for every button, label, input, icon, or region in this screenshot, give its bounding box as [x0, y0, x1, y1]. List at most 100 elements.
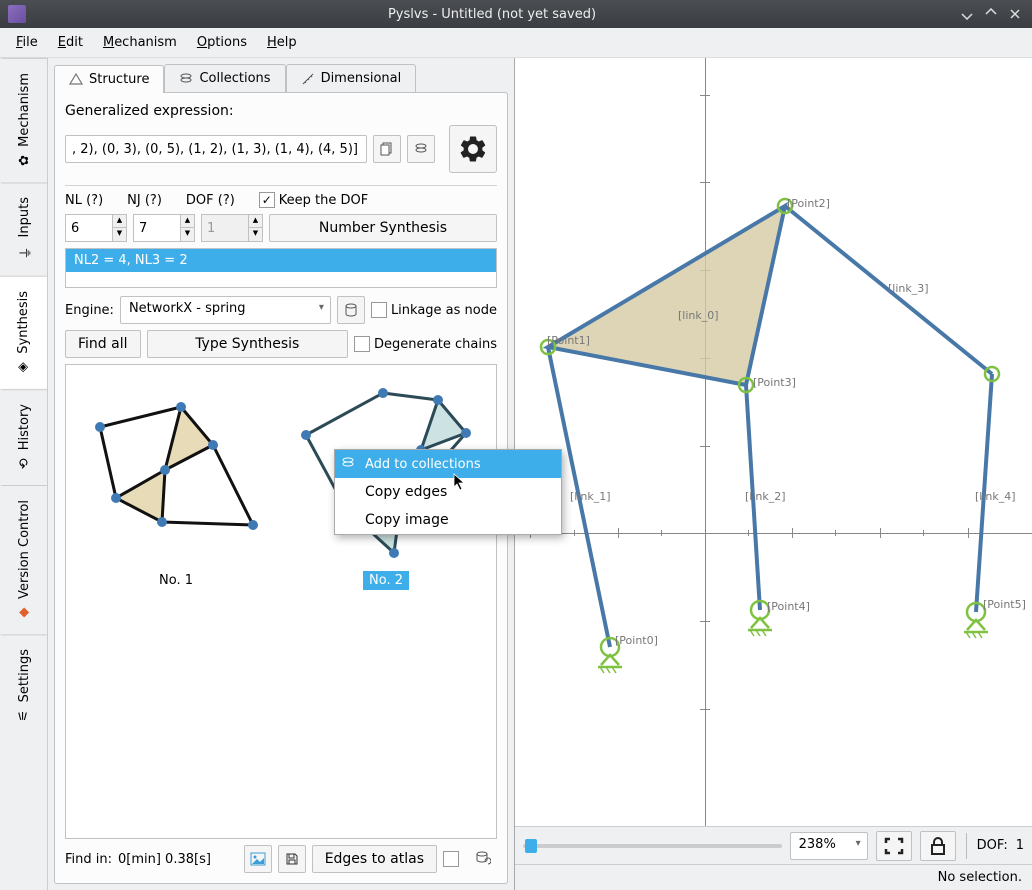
- zoom-slider[interactable]: [523, 844, 782, 848]
- synthesis-icon: ◈: [16, 362, 31, 372]
- minimize-button[interactable]: [958, 5, 976, 23]
- ctx-add-to-collections[interactable]: Add to collections: [335, 450, 561, 478]
- link2-label: [link_2]: [745, 490, 786, 503]
- app-icon: [8, 5, 26, 23]
- menu-help[interactable]: Help: [257, 31, 307, 54]
- dof-value: 1: [1016, 838, 1024, 853]
- graph-results: No. 1: [65, 364, 497, 839]
- git-icon: ◆: [17, 608, 32, 618]
- graph-1-label: No. 1: [153, 571, 199, 590]
- point1-label: [Point1]: [547, 334, 590, 347]
- sidebar: ✿Mechanism ⏚Inputs ◈Synthesis ⟲History ◆…: [0, 58, 48, 890]
- find-time: 0[min] 0.38[s]: [118, 852, 211, 867]
- mechanism-canvas[interactable]: [Point1] [Point2] [Point3] [Point0] [Poi…: [515, 58, 1032, 890]
- nj-label: NJ (?): [127, 193, 162, 208]
- copy-expr-button[interactable]: [373, 135, 401, 163]
- structure-icon: [69, 73, 83, 87]
- fit-button[interactable]: [876, 831, 912, 861]
- tab-dimensional[interactable]: Dimensional: [286, 64, 417, 92]
- db-refresh-icon: [475, 851, 491, 867]
- point0-label: [Point0]: [615, 634, 658, 647]
- type-synthesis-button[interactable]: Type Synthesis: [147, 330, 348, 358]
- zoom-dropdown[interactable]: 238%: [790, 832, 868, 860]
- find-in-label: Find in:: [65, 852, 112, 867]
- result-item-0[interactable]: NL2 = 4, NL3 = 2: [66, 249, 496, 272]
- tab-collections[interactable]: Collections: [164, 64, 285, 92]
- side-tab-synthesis[interactable]: ◈Synthesis: [0, 276, 47, 389]
- window-title: Pyslvs - Untitled (not yet saved): [32, 7, 952, 22]
- degenerate-checkbox[interactable]: Degenerate chains: [354, 336, 497, 352]
- close-button[interactable]: [1006, 5, 1024, 23]
- config-button[interactable]: [449, 125, 497, 173]
- stack-icon: [341, 456, 355, 470]
- link4-label: [link_4]: [975, 490, 1016, 503]
- edges-to-atlas-button[interactable]: Edges to atlas: [312, 845, 437, 873]
- side-tab-inputs[interactable]: ⏚Inputs: [0, 182, 47, 276]
- load-expr-button[interactable]: [407, 135, 435, 163]
- dof-label: DOF:: [977, 838, 1008, 853]
- dof-label-small: DOF (?): [186, 193, 235, 208]
- lock-icon: [930, 837, 946, 855]
- stack-icon: [179, 72, 193, 86]
- link3-label: [link_3]: [888, 282, 929, 295]
- link0-label: [link_0]: [678, 309, 719, 322]
- side-tab-mechanism[interactable]: ✿Mechanism: [0, 58, 47, 182]
- cog-icon: ✿: [17, 155, 32, 166]
- expand-icon: [884, 837, 904, 855]
- gear-icon: [458, 134, 488, 164]
- number-synthesis-button[interactable]: Number Synthesis: [269, 214, 497, 242]
- point2-label: [Point2]: [787, 197, 830, 210]
- sliders-icon: ⚟: [17, 710, 32, 722]
- engine-db-button[interactable]: [337, 296, 365, 324]
- expr-input[interactable]: [65, 135, 367, 163]
- menu-mechanism[interactable]: Mechanism: [93, 31, 187, 54]
- point3-label: [Point3]: [753, 376, 796, 389]
- side-tab-version[interactable]: ◆Version Control: [0, 485, 47, 634]
- atlas-db-button[interactable]: [469, 845, 497, 873]
- link1-label: [link_1]: [570, 490, 611, 503]
- engine-label: Engine:: [65, 303, 114, 318]
- expr-label: Generalized expression:: [65, 103, 497, 119]
- nl-label: NL (?): [65, 193, 103, 208]
- maximize-button[interactable]: [982, 5, 1000, 23]
- result-list[interactable]: NL2 = 4, NL3 = 2: [65, 248, 497, 288]
- linkage-as-node-checkbox[interactable]: Linkage as node: [371, 302, 497, 318]
- mechanism-svg: [515, 58, 1032, 828]
- nl-spinbox[interactable]: ▲▼: [65, 214, 127, 242]
- menu-options[interactable]: Options: [187, 31, 257, 54]
- plug-icon: ⏚: [15, 246, 34, 259]
- dof-spinbox[interactable]: ▲▼: [201, 214, 263, 242]
- keep-dof-checkbox[interactable]: Keep the DOF: [259, 192, 368, 208]
- engine-dropdown[interactable]: NetworkX - spring: [120, 296, 331, 324]
- lock-button[interactable]: [920, 831, 956, 861]
- side-tab-history[interactable]: ⟲History: [0, 389, 47, 485]
- atlas-checkbox[interactable]: [443, 851, 459, 867]
- menu-edit[interactable]: Edit: [48, 31, 93, 54]
- panel-bottom-bar: Find in: 0[min] 0.38[s] Edges to atlas: [65, 839, 497, 873]
- save-button[interactable]: [278, 845, 306, 873]
- ruler-icon: [301, 72, 315, 86]
- tab-structure[interactable]: Structure: [54, 65, 164, 93]
- stack-icon: [414, 142, 428, 156]
- nj-spinbox[interactable]: ▲▼: [133, 214, 195, 242]
- canvas-toolbar: 238% DOF: 1: [515, 826, 1032, 864]
- db-icon: [344, 303, 358, 317]
- find-all-button[interactable]: Find all: [65, 330, 141, 358]
- graph-item-1[interactable]: No. 1: [76, 375, 276, 828]
- ctx-copy-image[interactable]: Copy image: [335, 506, 561, 534]
- graph-item-2[interactable]: No. 2: [286, 375, 486, 828]
- panel-tabs: Structure Collections Dimensional: [54, 64, 508, 92]
- status-bar: No selection.: [515, 864, 1032, 890]
- titlebar: Pyslvs - Untitled (not yet saved): [0, 0, 1032, 28]
- context-menu: Add to collections Copy edges Copy image: [334, 449, 562, 535]
- menu-file[interactable]: File: [6, 31, 48, 54]
- ctx-copy-edges[interactable]: Copy edges: [335, 478, 561, 506]
- image-button[interactable]: [244, 845, 272, 873]
- graph-1-svg: [86, 375, 266, 565]
- point5-label: [Point5]: [983, 598, 1026, 611]
- picture-icon: [250, 852, 266, 866]
- floppy-icon: [285, 852, 299, 866]
- graph-2-label: No. 2: [363, 571, 409, 590]
- side-tab-settings[interactable]: ⚟Settings: [0, 634, 47, 737]
- history-icon: ⟲: [17, 458, 32, 469]
